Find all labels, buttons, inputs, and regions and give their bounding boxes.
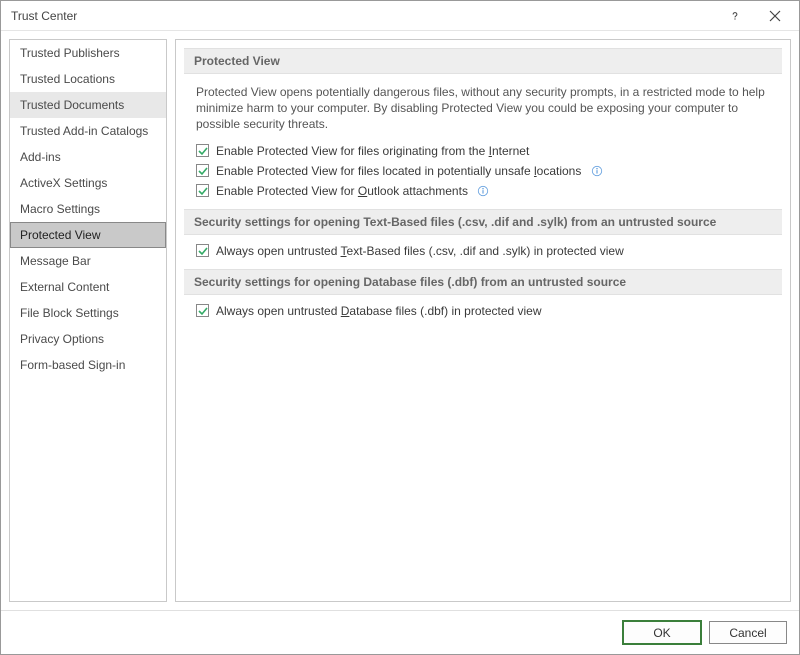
sidebar-item-macro-settings[interactable]: Macro Settings bbox=[10, 196, 166, 222]
section-header-text-based: Security settings for opening Text-Based… bbox=[184, 209, 782, 235]
dialog-footer: OK Cancel bbox=[1, 610, 799, 654]
check-outlook-attachments[interactable]: Enable Protected View for Outlook attach… bbox=[176, 181, 790, 201]
sidebar-item-file-block-settings[interactable]: File Block Settings bbox=[10, 300, 166, 326]
sidebar-item-addins[interactable]: Add-ins bbox=[10, 144, 166, 170]
sidebar-item-protected-view[interactable]: Protected View bbox=[10, 222, 166, 248]
info-icon[interactable] bbox=[477, 184, 490, 197]
window-title: Trust Center bbox=[11, 9, 715, 23]
sidebar-item-label: Trusted Locations bbox=[20, 72, 115, 86]
sidebar-item-privacy-options[interactable]: Privacy Options bbox=[10, 326, 166, 352]
cancel-button[interactable]: Cancel bbox=[709, 621, 787, 644]
sidebar-item-label: Trusted Publishers bbox=[20, 46, 120, 60]
help-icon bbox=[729, 10, 741, 22]
check-internet-files[interactable]: Enable Protected View for files originat… bbox=[176, 141, 790, 161]
sidebar-item-label: Trusted Documents bbox=[20, 98, 124, 112]
checkbox-icon bbox=[196, 244, 209, 257]
sidebar-item-label: External Content bbox=[20, 280, 109, 294]
sidebar-item-label: Trusted Add-in Catalogs bbox=[20, 124, 148, 138]
sidebar-item-label: Add-ins bbox=[20, 150, 61, 164]
sidebar-item-form-based-signin[interactable]: Form-based Sign-in bbox=[10, 352, 166, 378]
sidebar-item-trusted-publishers[interactable]: Trusted Publishers bbox=[10, 40, 166, 66]
sidebar-item-label: Form-based Sign-in bbox=[20, 358, 125, 372]
sidebar-item-trusted-addin-catalogs[interactable]: Trusted Add-in Catalogs bbox=[10, 118, 166, 144]
sidebar-item-activex-settings[interactable]: ActiveX Settings bbox=[10, 170, 166, 196]
checkbox-label: Always open untrusted Database files (.d… bbox=[216, 304, 542, 318]
sidebar-item-label: Protected View bbox=[20, 228, 101, 242]
help-button[interactable] bbox=[715, 2, 755, 30]
sidebar-item-message-bar[interactable]: Message Bar bbox=[10, 248, 166, 274]
close-button[interactable] bbox=[755, 2, 795, 30]
close-icon bbox=[769, 10, 781, 22]
sidebar-item-trusted-locations[interactable]: Trusted Locations bbox=[10, 66, 166, 92]
check-text-based-files[interactable]: Always open untrusted Text-Based files (… bbox=[176, 241, 790, 261]
ok-button[interactable]: OK bbox=[623, 621, 701, 644]
checkbox-icon bbox=[196, 144, 209, 157]
sidebar-item-label: Privacy Options bbox=[20, 332, 104, 346]
section-header-database: Security settings for opening Database f… bbox=[184, 269, 782, 295]
trust-center-dialog: Trust Center Trusted Publishers Trusted … bbox=[0, 0, 800, 655]
checkbox-label: Enable Protected View for files originat… bbox=[216, 144, 529, 158]
sidebar-item-label: File Block Settings bbox=[20, 306, 119, 320]
checkbox-icon bbox=[196, 304, 209, 317]
dialog-body: Trusted Publishers Trusted Locations Tru… bbox=[1, 31, 799, 610]
checkbox-label: Always open untrusted Text-Based files (… bbox=[216, 244, 624, 258]
sidebar-item-external-content[interactable]: External Content bbox=[10, 274, 166, 300]
category-sidebar: Trusted Publishers Trusted Locations Tru… bbox=[9, 39, 167, 602]
sidebar-item-trusted-documents[interactable]: Trusted Documents bbox=[10, 92, 166, 118]
check-database-files[interactable]: Always open untrusted Database files (.d… bbox=[176, 301, 790, 321]
protected-view-description: Protected View opens potentially dangero… bbox=[176, 80, 790, 141]
checkbox-label: Enable Protected View for Outlook attach… bbox=[216, 184, 468, 198]
content-pane: Protected View Protected View opens pote… bbox=[175, 39, 791, 602]
section-header-protected-view: Protected View bbox=[184, 48, 782, 74]
check-unsafe-locations[interactable]: Enable Protected View for files located … bbox=[176, 161, 790, 181]
checkbox-icon bbox=[196, 164, 209, 177]
info-icon[interactable] bbox=[590, 164, 603, 177]
checkbox-icon bbox=[196, 184, 209, 197]
checkbox-label: Enable Protected View for files located … bbox=[216, 164, 581, 178]
sidebar-item-label: ActiveX Settings bbox=[20, 176, 107, 190]
sidebar-item-label: Message Bar bbox=[20, 254, 91, 268]
titlebar: Trust Center bbox=[1, 1, 799, 31]
sidebar-item-label: Macro Settings bbox=[20, 202, 100, 216]
